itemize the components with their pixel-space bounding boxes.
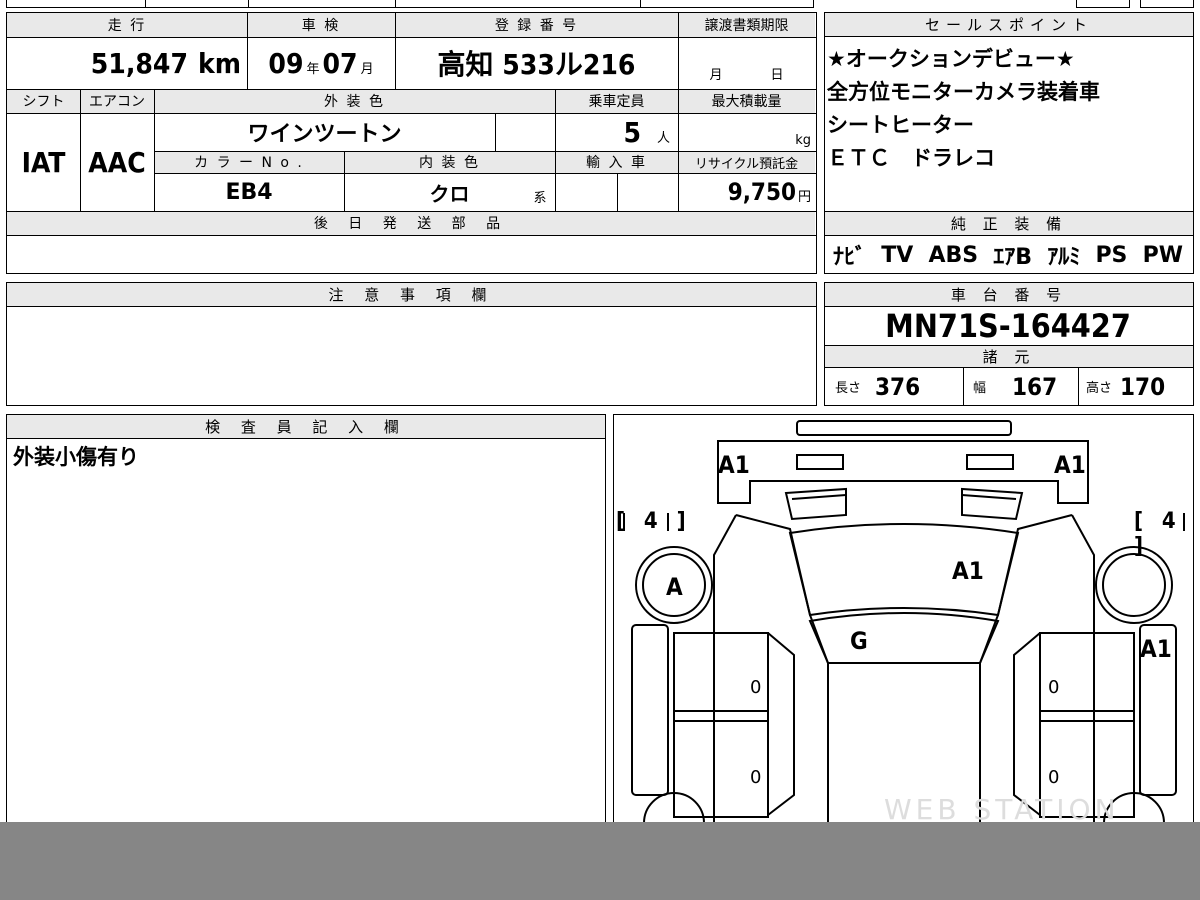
spec-height: 高さ 170 (1078, 368, 1191, 405)
inspector-panel: 検 査 員 記 入 欄 外装小傷有り (6, 414, 606, 834)
aircon-value: AAC (88, 145, 146, 179)
inspection-year-unit: 年 (306, 61, 320, 77)
inspection-cell: 09 年 07 月 (247, 37, 395, 89)
spec-height-label: 高さ (1086, 381, 1113, 396)
capacity-cell: 5 人 (555, 113, 678, 151)
inspection-month: 07 (322, 46, 358, 80)
notes-label: 注 意 事 項 欄 (7, 283, 816, 307)
top-strip (0, 0, 1200, 10)
spec-width-value: 167 (1012, 372, 1058, 401)
mark-hood: A1 (952, 557, 984, 585)
mileage-label: 走 行 (107, 18, 147, 34)
exterior-color-value: ワインツートン (247, 122, 402, 147)
capacity-unit: 人 (656, 130, 670, 146)
mark-left-count: [ 4 ] (616, 509, 692, 534)
sales-points-label: セールスポイント (825, 13, 1193, 37)
equipment-navi: ﾅﾋﾞ (833, 245, 867, 270)
mark-door-right-rear: 0 (1048, 767, 1060, 788)
color-no-value: EB4 (225, 179, 273, 205)
genuine-equipment-label: 純 正 装 備 (825, 212, 1193, 236)
registration-value: 高知 533ル216 (437, 48, 636, 81)
specs-label: 諸 元 (825, 346, 1193, 368)
spec-length-label: 長さ (835, 381, 862, 396)
chassis-label: 車 台 番 号 (825, 283, 1193, 307)
inspection-label: 車 検 (301, 18, 341, 34)
recycle-cell: 9,750 円 (678, 173, 815, 211)
interior-color-label: 内 装 色 (419, 155, 480, 171)
spec-height-value: 170 (1120, 372, 1166, 401)
mark-windshield: G (850, 627, 868, 655)
mark-right-side: A1 (1140, 635, 1172, 663)
later-parts-label: 後 日 発 送 部 品 (313, 216, 509, 232)
inspection-year: 09 (268, 46, 304, 80)
mileage-unit: km (198, 46, 241, 80)
recycle-unit: 円 (797, 189, 811, 205)
mark-right-count: [ 4 ] (1134, 509, 1182, 559)
sales-points-panel: セールスポイント ★オークションデビュー★ 全方位モニターカメラ装着車 シートヒ… (824, 12, 1194, 274)
registration-label: 登 録 番 号 (494, 18, 579, 34)
spec-width: 幅 167 (963, 368, 1078, 405)
chassis-panel: 車 台 番 号 MN71S-164427 諸 元 長さ 376 幅 167 高さ… (824, 282, 1194, 406)
spec-length-value: 376 (875, 372, 921, 401)
spec-length: 長さ 376 (825, 368, 963, 405)
max-load-unit: kg (795, 133, 811, 148)
mark-front-right: A1 (1054, 451, 1086, 479)
mark-door-left-front: 0 (750, 677, 762, 698)
mileage-value: 51,847 (90, 46, 188, 80)
sales-point-item: シートヒーター (827, 113, 974, 137)
mark-left-wheel: A (666, 573, 683, 601)
car-diagram (623, 420, 1185, 831)
shift-value: IAT (21, 145, 66, 179)
mark-door-left-rear: 0 (750, 767, 762, 788)
exterior-color-label: 外 装 色 (324, 94, 385, 110)
transfer-day-unit: 日 (770, 68, 784, 83)
spec-width-label: 幅 (973, 381, 987, 396)
transfer-deadline-cell: 月 日 (678, 37, 815, 89)
interior-color-suffix: 系 (533, 190, 547, 206)
recycle-label: リサイクル預託金 (694, 156, 799, 172)
sales-point-item: 全方位モニターカメラ装着車 (827, 80, 1100, 104)
vehicle-info-table: 走 行 車 検 登 録 番 号 譲渡書類期限 51,847 km 09 年 07… (6, 12, 817, 274)
equipment-airbag: ｴｱB (993, 245, 1033, 270)
import-label: 輸 入 車 (586, 155, 647, 171)
car-diagram-panel: A1 A1 [ 4 ] [ 4 ] A A1 G A1 0 0 0 0 WEB … (613, 414, 1194, 834)
inspector-comment: 外装小傷有り (13, 445, 139, 469)
interior-color-value: クロ (429, 181, 470, 206)
equipment-tv: TV (881, 242, 914, 268)
recycle-value: 9,750 (727, 178, 796, 206)
capacity-value: 5 (623, 115, 641, 149)
sales-point-item: ★オークションデビュー★ (827, 47, 1075, 71)
equipment-abs: ABS (928, 242, 979, 268)
sales-point-item: ＥＴＣ ドラレコ (827, 146, 995, 170)
shift-label: シフト (22, 94, 65, 110)
equipment-alloy: ｱﾙﾐ (1047, 245, 1081, 270)
max-load-label: 最大積載量 (711, 94, 782, 110)
color-no-label: カ ラ ー N o . (194, 155, 304, 171)
chassis-number: MN71S-164427 (885, 307, 1131, 345)
inspector-label: 検 査 員 記 入 欄 (7, 415, 605, 439)
equipment-pw: PW (1142, 242, 1183, 268)
sales-points-list: ★オークションデビュー★ 全方位モニターカメラ装着車 シートヒーター ＥＴＣ ド… (825, 43, 1191, 175)
transfer-month-unit: 月 (709, 68, 723, 83)
capacity-label: 乗車定員 (588, 94, 645, 110)
transfer-deadline-label: 譲渡書類期限 (704, 18, 789, 34)
equipment-ps: PS (1095, 242, 1128, 268)
genuine-equipment-list: ﾅﾋﾞ TV ABS ｴｱB ｱﾙﾐ PS PW (825, 237, 1191, 273)
notes-panel: 注 意 事 項 欄 (6, 282, 817, 406)
aircon-label: エアコン (89, 94, 145, 110)
mileage-cell: 51,847 km (7, 37, 247, 89)
inspection-month-unit: 月 (360, 61, 374, 77)
bottom-gray-bar (0, 822, 1200, 900)
mark-front-left: A1 (718, 451, 750, 479)
mark-door-right-front: 0 (1048, 677, 1060, 698)
